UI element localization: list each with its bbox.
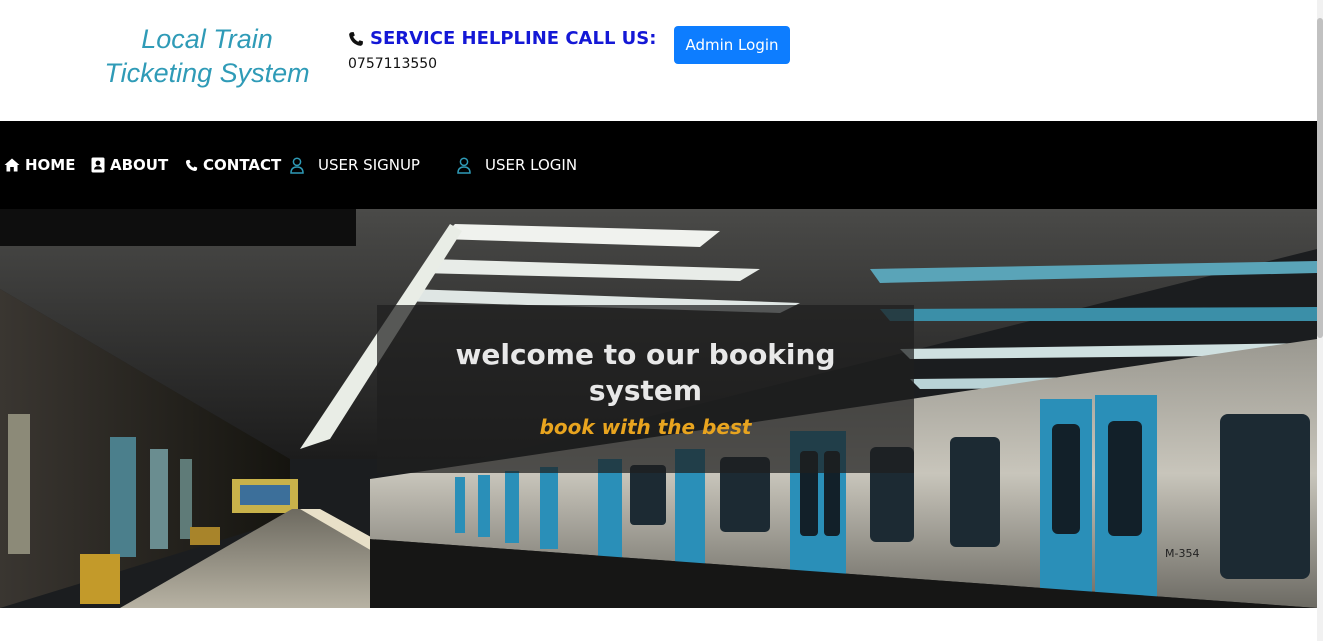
site-header: Local Train Ticketing System SERVICE HEL… [0,0,1317,121]
helpline-title: SERVICE HELPLINE CALL US: [348,28,656,50]
nav-user-signup-label: USER SIGNUP [318,156,420,174]
phone-icon [185,159,198,172]
brand-line-1: Local Train [141,24,273,54]
brand-line-2: Ticketing System [104,58,310,88]
contact-card-icon [91,157,105,173]
nav-about-label: ABOUT [110,156,169,174]
phone-icon [348,31,364,47]
admin-login-button[interactable]: Admin Login [674,26,790,64]
nav-item-user-signup[interactable]: USER SIGNUP [290,121,420,209]
main-nav: HOME ABOUT CONTACT USER SIGNUP USER LOGI… [0,121,1317,209]
nav-item-about[interactable]: ABOUT [91,121,168,209]
hero-banner: M-354 welcome to our booking system book… [0,209,1317,608]
page-scrollbar[interactable] [1317,0,1323,641]
home-icon [4,158,20,172]
nav-item-user-login[interactable]: USER LOGIN [457,121,577,209]
helpline-number: 0757113550 [348,56,438,72]
page: Local Train Ticketing System SERVICE HEL… [0,0,1323,641]
user-icon [290,156,304,174]
service-helpline: SERVICE HELPLINE CALL US: 0757113550 [348,28,656,72]
nav-user-login-label: USER LOGIN [485,156,578,174]
site-brand[interactable]: Local Train Ticketing System [92,22,322,90]
scrollbar-thumb[interactable] [1317,18,1323,338]
helpline-label: SERVICE HELPLINE CALL US: [370,28,657,49]
user-icon [457,156,471,174]
nav-contact-label: CONTACT [203,156,282,174]
nav-home-label: HOME [25,156,76,174]
hero-title: welcome to our booking system [455,338,836,407]
svg-text:M-354: M-354 [1165,547,1199,560]
nav-item-home[interactable]: HOME [4,121,75,209]
hero-overlay: welcome to our booking system book with … [377,305,914,473]
nav-item-contact[interactable]: CONTACT [185,121,281,209]
hero-subtitle: book with the best [539,415,752,439]
